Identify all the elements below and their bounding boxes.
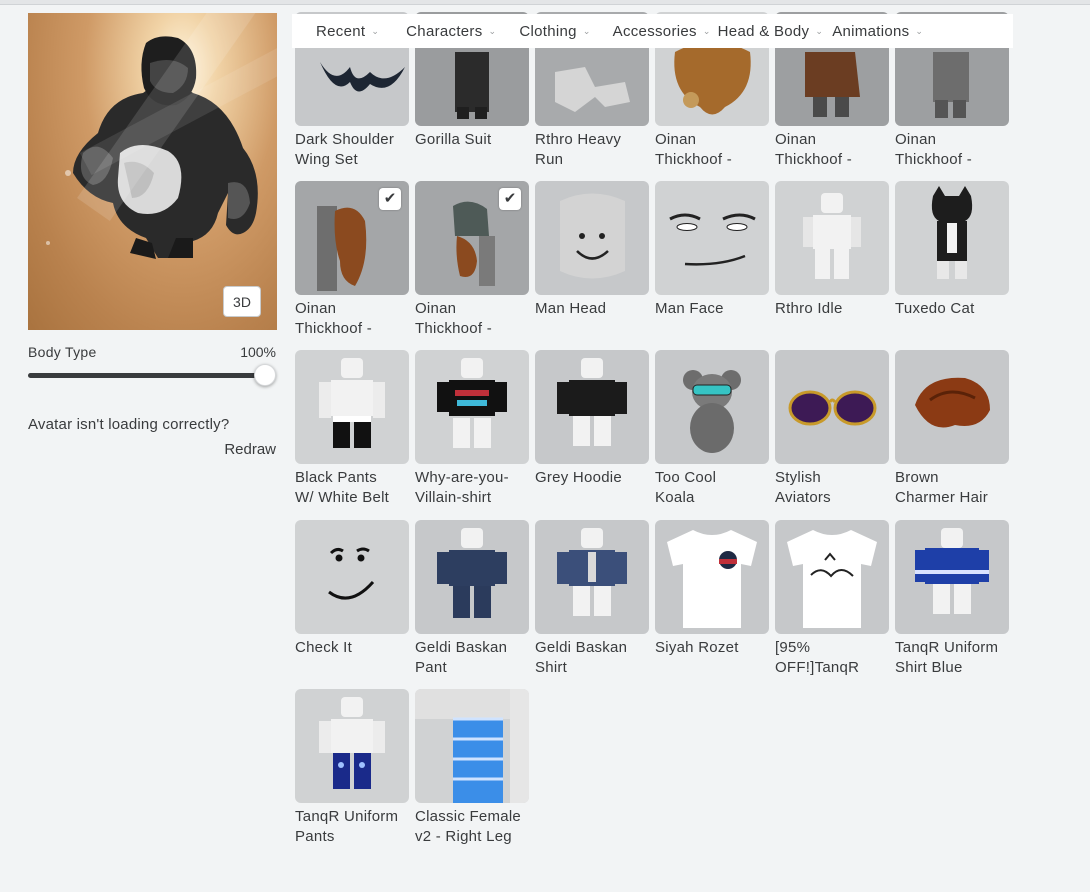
item-name: Dark Shoulder Wing Set [295,131,395,168]
item-thumbnail [535,181,649,295]
checkmark-icon: ✔ [499,188,521,210]
item-thumbnail [775,350,889,464]
item-name: Oinan Thickhoof - [775,131,852,168]
tab-label: Accessories [612,23,697,40]
item-thumbnail [895,350,1009,464]
tab-label: Characters [406,23,483,40]
item-name: Brown Charmer Hair [895,469,989,506]
chevron-down-icon: ⌄ [371,26,380,36]
top-border [0,0,1090,5]
body-type-slider-track[interactable] [28,373,268,378]
item-thumbnail [655,520,769,634]
item-thumbnail [415,520,529,634]
item-thumbnail [295,689,409,803]
item-thumbnail [535,350,649,464]
item-name: Check It [295,639,353,656]
redraw-link[interactable]: Redraw [200,441,276,458]
item-thumbnail [535,520,649,634]
item-name: Rthro Heavy Run [535,131,622,168]
item-thumbnail [415,689,529,803]
item-thumbnail [655,181,769,295]
item-name: TanqR Uniform Shirt Blue [895,639,999,676]
item-name: Geldi Baskan Shirt [535,639,628,676]
item-name: Siyah Rozet [655,639,739,656]
tab-recent[interactable]: Recent ⌄ [316,14,379,48]
tab-label: Clothing [519,23,577,40]
chevron-down-icon: ⌄ [702,26,711,36]
gorilla-avatar-image [46,36,258,259]
item-thumbnail [295,350,409,464]
item-name: Oinan Thickhoof - [295,300,372,337]
avatar-loading-help-text: Avatar isn't loading correctly? [28,416,230,433]
item-thumbnail: ✔ [415,181,529,295]
body-type-value: 100% [240,344,276,360]
item-name: Oinan Thickhoof - [655,131,732,168]
item-name: Stylish Aviators [775,469,831,506]
chevron-down-icon: ⌄ [488,26,497,36]
item-name: TanqR Uniform Pants [295,808,399,845]
item-thumbnail [895,520,1009,634]
item-thumbnail [895,181,1009,295]
chevron-down-icon: ⌄ [815,26,824,36]
item-thumbnail [295,520,409,634]
item-name: [95% OFF!]TanqR [775,639,860,676]
tab-animations[interactable]: Animations ⌄ [832,14,923,48]
category-tabs: Recent ⌄ Characters ⌄ Clothing ⌄ Accessorie… [292,14,1013,48]
tab-characters[interactable]: Characters ⌄ [406,14,496,48]
item-name: Gorilla Suit [415,131,492,148]
item-name: Oinan Thickhoof - [415,300,492,337]
tab-accessories[interactable]: Accessories ⌄ [613,14,711,48]
item-name: Too Cool Koala [655,469,717,506]
body-type-slider-thumb[interactable] [254,364,276,386]
tab-label: Head & Body [717,23,810,40]
tab-clothing[interactable]: Clothing ⌄ [519,14,590,48]
item-name: Geldi Baskan Pant [415,639,508,676]
tab-label: Animations [832,23,910,40]
item-name: Man Face [655,300,724,317]
item-name: Oinan Thickhoof - [895,131,972,168]
item-name: Tuxedo Cat [895,300,975,317]
item-name: Grey Hoodie [535,469,622,486]
item-name: Classic Female v2 - Right Leg [415,808,522,845]
item-name: Rthro Idle [775,300,843,317]
item-name: Black Pants W/ White Belt [295,469,390,506]
tab-head-body[interactable]: Head & Body ⌄ [718,14,824,48]
avatar-preview[interactable]: 3D [28,13,277,330]
item-thumbnail [655,350,769,464]
item-thumbnail [415,350,529,464]
body-type-label: Body Type [28,344,97,360]
item-name: Why-are-you- Villain-shirt [415,469,509,506]
chevron-down-icon: ⌄ [582,26,591,36]
3d-toggle-button[interactable]: 3D [223,286,261,317]
item-name: Man Head [535,300,607,317]
tab-label: Recent [316,23,366,40]
item-thumbnail [775,181,889,295]
item-thumbnail [775,520,889,634]
chevron-down-icon: ⌄ [915,26,924,36]
checkmark-icon: ✔ [379,188,401,210]
item-thumbnail: ✔ [295,181,409,295]
